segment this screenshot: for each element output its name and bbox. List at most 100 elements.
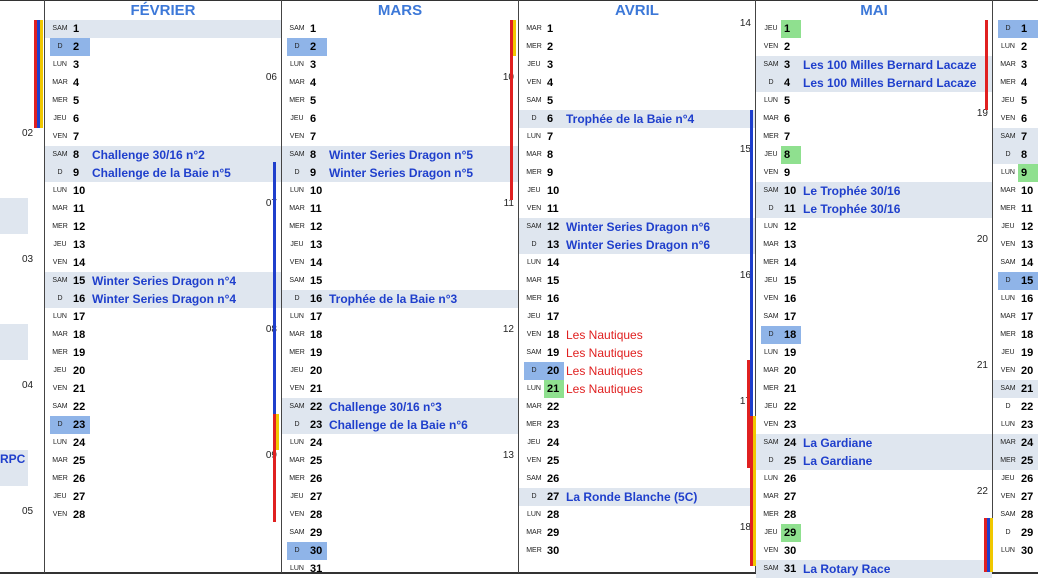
day-row[interactable]: LUN 30 bbox=[993, 542, 1038, 560]
day-row[interactable]: SAM 31 La Rotary Race bbox=[756, 560, 992, 578]
event-label[interactable]: Challenge 30/16 n°3 bbox=[329, 398, 442, 416]
event-label[interactable]: La Gardiane bbox=[803, 434, 872, 452]
day-row[interactable]: MER 12 bbox=[45, 218, 281, 236]
day-row[interactable]: SAM 15 Winter Series Dragon n°4 bbox=[45, 272, 281, 290]
day-row[interactable]: MAR 22 17 bbox=[519, 396, 755, 416]
day-row[interactable]: SAM 14 bbox=[993, 254, 1038, 272]
day-row[interactable]: JEU 13 bbox=[45, 236, 281, 254]
day-row[interactable]: MAR 18 12 bbox=[282, 324, 518, 344]
day-row[interactable]: D 22 bbox=[993, 398, 1038, 416]
day-row[interactable]: MER 30 bbox=[519, 542, 755, 560]
day-row[interactable]: SAM 15 bbox=[282, 272, 518, 290]
day-row[interactable]: MER 11 bbox=[993, 200, 1038, 218]
day-row[interactable]: D1 bbox=[993, 20, 1038, 38]
day-row[interactable]: JEU 26 bbox=[993, 470, 1038, 488]
day-row[interactable]: MER 14 bbox=[756, 254, 992, 272]
event-label[interactable]: Trophée de la Baie n°4 bbox=[566, 110, 694, 128]
day-row[interactable]: MER 12 bbox=[282, 218, 518, 236]
day-row[interactable]: LUN 7 bbox=[519, 128, 755, 146]
day-row[interactable]: MAR 13 20 bbox=[756, 234, 992, 254]
day-row[interactable]: JEU 10 bbox=[519, 182, 755, 200]
day-row[interactable]: MAR 3 bbox=[993, 56, 1038, 74]
event-label[interactable]: Les Nautiques bbox=[566, 344, 643, 362]
event-label[interactable]: Les Nautiques bbox=[566, 362, 643, 380]
event-label[interactable]: Winter Series Dragon n°5 bbox=[329, 146, 473, 164]
event-label[interactable]: Les 100 Milles Bernard Lacaze bbox=[803, 74, 976, 92]
day-row[interactable]: MER 19 bbox=[45, 344, 281, 362]
day-row[interactable]: VEN 20 bbox=[993, 362, 1038, 380]
day-row[interactable]: SAM 1 bbox=[282, 20, 518, 38]
day-row[interactable]: D 25 La Gardiane bbox=[756, 452, 992, 470]
day-row[interactable]: MAR 8 15 bbox=[519, 144, 755, 164]
day-row[interactable]: VEN 11 bbox=[519, 200, 755, 218]
day-row[interactable]: LUN 2 bbox=[993, 38, 1038, 56]
day-row[interactable]: MER 9 bbox=[519, 164, 755, 182]
day-row[interactable]: MER 16 bbox=[519, 290, 755, 308]
day-row[interactable]: LUN 28 bbox=[519, 506, 755, 524]
day-row[interactable]: MAR 20 21 bbox=[756, 360, 992, 380]
event-label[interactable]: Le Trophée 30/16 bbox=[803, 200, 900, 218]
day-row[interactable]: D 9 Challenge de la Baie n°5 bbox=[45, 164, 281, 182]
day-row[interactable]: MAR 10 bbox=[993, 182, 1038, 200]
day-row[interactable]: D 20 Les Nautiques bbox=[519, 362, 755, 380]
day-row[interactable]: VEN 21 bbox=[282, 380, 518, 398]
day-row[interactable]: MAR 29 18 bbox=[519, 522, 755, 542]
day-row[interactable]: LUN 9 bbox=[993, 164, 1038, 182]
event-label[interactable]: Winter Series Dragon n°4 bbox=[92, 290, 236, 308]
day-row[interactable]: MAR 11 07 bbox=[45, 198, 281, 218]
day-row[interactable]: SAM 12 Winter Series Dragon n°6 bbox=[519, 218, 755, 236]
day-row[interactable]: JEU 24 bbox=[519, 434, 755, 452]
event-label[interactable]: Trophée de la Baie n°3 bbox=[329, 290, 457, 308]
day-row[interactable]: VEN 14 bbox=[45, 254, 281, 272]
day-row[interactable]: MER 19 bbox=[282, 344, 518, 362]
event-label[interactable]: Challenge de la Baie n°6 bbox=[329, 416, 468, 434]
day-row[interactable]: D 23 Challenge de la Baie n°6 bbox=[282, 416, 518, 434]
day-row[interactable]: D 29 bbox=[993, 524, 1038, 542]
day-row[interactable]: JEU 3 bbox=[519, 56, 755, 74]
day-row[interactable]: JEU 20 bbox=[282, 362, 518, 380]
event-label[interactable]: Winter Series Dragon n°5 bbox=[329, 164, 473, 182]
day-row[interactable]: MAR 1 14 bbox=[519, 18, 755, 38]
day-row[interactable]: MER 18 bbox=[993, 326, 1038, 344]
event-label[interactable]: Les Nautiques bbox=[566, 380, 643, 398]
day-row[interactable]: MER 2 bbox=[519, 38, 755, 56]
day-row[interactable]: SAM 10 Le Trophée 30/16 bbox=[756, 182, 992, 200]
day-row[interactable]: VEN 25 bbox=[519, 452, 755, 470]
event-label[interactable]: Winter Series Dragon n°6 bbox=[566, 236, 710, 254]
day-row[interactable]: D 6 Trophée de la Baie n°4 bbox=[519, 110, 755, 128]
day-row[interactable]: JEU 12 bbox=[993, 218, 1038, 236]
day-row[interactable]: SAM 24 La Gardiane bbox=[756, 434, 992, 452]
day-row[interactable]: MER 28 bbox=[756, 506, 992, 524]
event-label[interactable]: Winter Series Dragon n°6 bbox=[566, 218, 710, 236]
day-row[interactable]: MER 5 bbox=[282, 92, 518, 110]
day-row[interactable]: LUN 24 bbox=[282, 434, 518, 452]
day-row[interactable]: D 27 La Ronde Blanche (5C) bbox=[519, 488, 755, 506]
day-row[interactable]: LUN 17 bbox=[282, 308, 518, 326]
day-row[interactable]: D 15 bbox=[993, 272, 1038, 290]
day-row[interactable]: JEU 17 bbox=[519, 308, 755, 326]
day-row[interactable]: SAM 8 Winter Series Dragon n°5 bbox=[282, 146, 518, 164]
day-row[interactable]: LUN 5 bbox=[756, 92, 992, 110]
day-row[interactable]: SAM 29 bbox=[282, 524, 518, 542]
event-label[interactable]: Challenge 30/16 n°2 bbox=[92, 146, 205, 164]
day-row[interactable]: VEN 13 bbox=[993, 236, 1038, 254]
day-row[interactable]: MAR 15 16 bbox=[519, 270, 755, 290]
day-row[interactable]: SAM 17 bbox=[756, 308, 992, 326]
day-row[interactable]: JEU 27 bbox=[282, 488, 518, 506]
day-row[interactable]: VEN 7 bbox=[282, 128, 518, 146]
day-row[interactable]: SAM 22 Challenge 30/16 n°3 bbox=[282, 398, 518, 416]
day-row[interactable]: MER 26 bbox=[45, 470, 281, 488]
day-row[interactable]: D 30 bbox=[282, 542, 518, 560]
day-row[interactable]: VEN 2 bbox=[756, 38, 992, 56]
day-row[interactable]: MAR 25 13 bbox=[282, 450, 518, 470]
day-row[interactable]: LUN 12 bbox=[756, 218, 992, 236]
day-row[interactable]: D 18 bbox=[756, 326, 992, 344]
day-row[interactable]: D 9 Winter Series Dragon n°5 bbox=[282, 164, 518, 182]
day-row[interactable]: MER 5 bbox=[45, 92, 281, 110]
day-row[interactable]: JEU 13 bbox=[282, 236, 518, 254]
day-row[interactable]: D2 bbox=[45, 38, 281, 56]
day-row[interactable]: D8 bbox=[993, 146, 1038, 164]
day-row[interactable]: SAM 8 Challenge 30/16 n°2 bbox=[45, 146, 281, 164]
day-row[interactable]: D 4 Les 100 Milles Bernard Lacaze bbox=[756, 74, 992, 92]
day-row[interactable]: MER 4 bbox=[993, 74, 1038, 92]
